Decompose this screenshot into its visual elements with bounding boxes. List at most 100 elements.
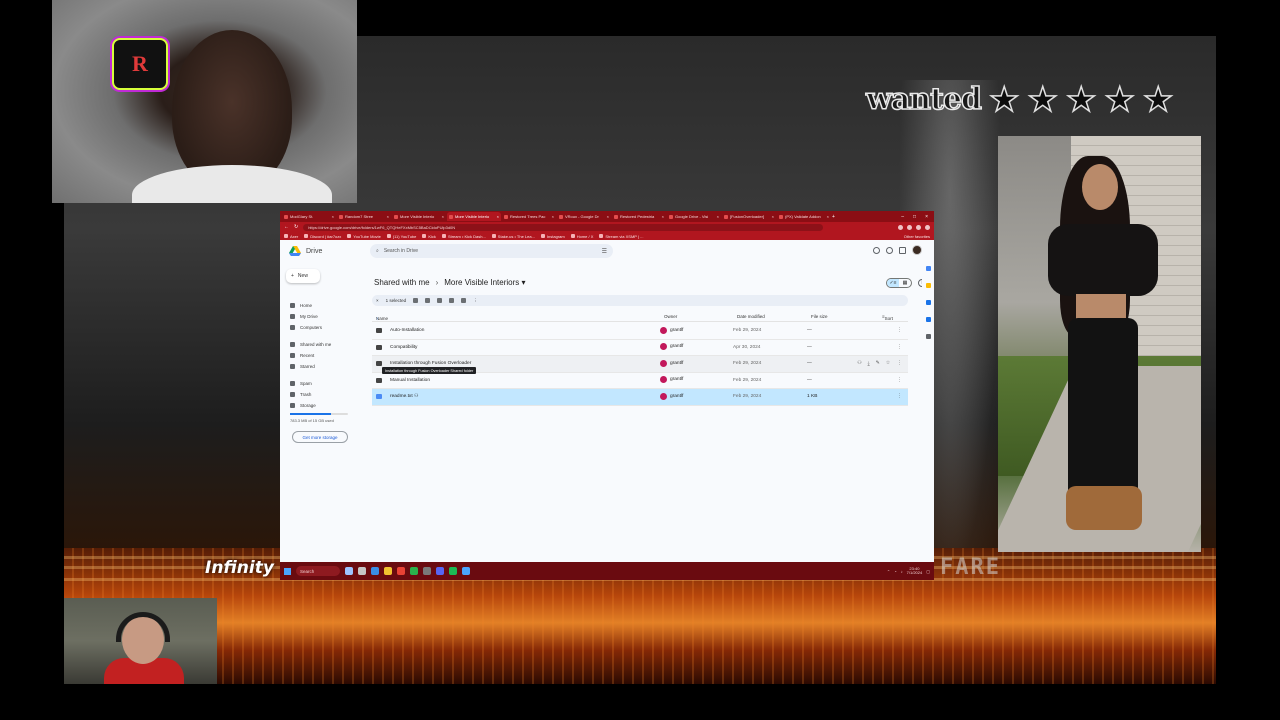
close-icon[interactable]: ×: [717, 214, 719, 219]
nav-spam[interactable]: Spam: [290, 378, 368, 389]
contacts-icon[interactable]: [925, 317, 931, 322]
close-icon[interactable]: ×: [552, 214, 554, 219]
more-vertical-icon[interactable]: ⋮: [897, 394, 902, 399]
bookmark-item[interactable]: (11) YouTube: [386, 234, 416, 239]
close-icon[interactable]: ×: [772, 214, 774, 219]
keep-icon[interactable]: [925, 283, 931, 288]
extension-icon[interactable]: [907, 224, 912, 230]
nav-starred[interactable]: Starred: [290, 361, 368, 372]
back-icon[interactable]: ←: [284, 224, 289, 230]
gear-icon[interactable]: [886, 246, 893, 254]
tasks-icon[interactable]: [925, 300, 931, 305]
profile-icon[interactable]: [925, 224, 930, 230]
close-icon[interactable]: ×: [607, 214, 609, 219]
link-icon[interactable]: [461, 298, 467, 303]
browser-tab[interactable]: Restored Trees Pac ×: [502, 212, 556, 221]
close-icon[interactable]: ×: [442, 214, 444, 219]
close-icon[interactable]: ×: [387, 214, 389, 219]
table-row[interactable]: Compatibility grantlf Apr 30, 2024 — ⋮: [372, 340, 908, 356]
chrome-icon[interactable]: [397, 567, 405, 575]
sort-button[interactable]: ≡ Sort: [882, 314, 893, 321]
windows-start-icon[interactable]: [284, 567, 291, 575]
nav-recent[interactable]: Recent: [290, 350, 368, 361]
app-icon[interactable]: [449, 567, 457, 575]
nav-home[interactable]: Home: [290, 300, 368, 311]
url-field[interactable]: https://drive.google.com/drive/folders/1…: [303, 223, 824, 231]
edge-icon[interactable]: [371, 567, 379, 575]
table-row[interactable]: Installation through Fusion Overloader I…: [372, 356, 908, 374]
taskbar-search[interactable]: Search: [296, 566, 340, 576]
help-icon[interactable]: [873, 246, 880, 254]
column-date-modified[interactable]: Date modified: [737, 314, 765, 319]
column-owner[interactable]: Owner: [664, 314, 677, 319]
nav-computers[interactable]: Computers: [290, 322, 368, 333]
app-icon[interactable]: [423, 567, 431, 575]
apps-grid-icon[interactable]: [899, 246, 906, 254]
drive-logo[interactable]: Drive: [289, 246, 322, 256]
clock[interactable]: 23:40 7/1/2024: [907, 566, 923, 576]
bookmark-item[interactable]: Stream via XSMP | ...: [599, 234, 644, 239]
add-addon-icon[interactable]: [925, 334, 931, 339]
task-view-icon[interactable]: [358, 567, 366, 575]
more-vertical-icon[interactable]: ⋮: [897, 378, 902, 383]
close-window-icon[interactable]: ×: [925, 214, 928, 220]
bookmark-item[interactable]: Stake.us • The Lea...: [491, 234, 535, 239]
more-vertical-icon[interactable]: ⋮: [897, 361, 902, 366]
other-bookmarks[interactable]: Other favorites: [904, 234, 930, 239]
edit-icon[interactable]: ✎: [876, 361, 880, 367]
nav-my-drive[interactable]: My Drive: [290, 311, 368, 322]
bookmark-item[interactable]: Stream • Kick Dash...: [441, 234, 486, 239]
table-row[interactable]: Auto-Installation grantlf Feb 29, 2024 —…: [372, 323, 908, 340]
avatar[interactable]: [912, 245, 922, 255]
filter-icon[interactable]: ☰: [602, 248, 607, 255]
calendar-icon[interactable]: [925, 266, 931, 271]
new-tab-icon[interactable]: +: [832, 214, 835, 220]
breadcrumb-current-folder[interactable]: More Visible Interiors ▾: [444, 278, 525, 287]
more-vertical-icon[interactable]: ⋮: [473, 298, 478, 304]
bookmark-item[interactable]: Axer: [284, 234, 298, 239]
browser-tab[interactable]: More Visible Interio ×: [392, 212, 446, 221]
new-button[interactable]: + New: [286, 269, 320, 283]
bookmark-item[interactable]: Home / X: [570, 234, 593, 239]
browser-tab[interactable]: VRoux - Google Dr ×: [557, 212, 611, 221]
get-more-storage-button[interactable]: Get more storage: [292, 431, 348, 443]
column-file-size[interactable]: File size: [811, 314, 828, 319]
bookmark-item[interactable]: YouTube Movie: [347, 234, 381, 239]
download-icon[interactable]: ⤓: [868, 361, 870, 367]
bookmark-item[interactable]: Instagram: [540, 234, 565, 239]
browser-tab[interactable]: [FusionOverloader] ×: [722, 212, 776, 221]
close-icon[interactable]: ×: [332, 214, 334, 219]
nav-storage[interactable]: Storage: [290, 400, 368, 411]
app-icon[interactable]: [410, 567, 418, 575]
minimize-icon[interactable]: –: [901, 214, 904, 220]
move-icon[interactable]: [437, 298, 443, 303]
extension-icon[interactable]: [898, 224, 903, 230]
more-vertical-icon[interactable]: ⋮: [897, 345, 902, 350]
nav-trash[interactable]: Trash: [290, 389, 368, 400]
nav-shared-with-me[interactable]: Shared with me: [290, 339, 368, 350]
clear-selection-icon[interactable]: ×: [376, 298, 379, 303]
notification-icon[interactable]: ▢: [926, 569, 930, 574]
browser-tab[interactable]: ModGlary St. ×: [282, 212, 336, 221]
close-icon[interactable]: ×: [827, 214, 829, 219]
share-icon[interactable]: [413, 298, 419, 303]
discord-icon[interactable]: [436, 567, 444, 575]
browser-tab[interactable]: (PX) Validate Addon ×: [777, 212, 831, 221]
list-view-icon[interactable]: ✓≡: [887, 279, 899, 287]
reload-icon[interactable]: ↻: [294, 224, 298, 230]
more-vertical-icon[interactable]: ⋮: [897, 328, 902, 333]
bookmark-item[interactable]: Discord | #ar7ozx: [304, 234, 341, 239]
app-icon[interactable]: [462, 567, 470, 575]
chevron-up-icon[interactable]: ⌃: [887, 569, 890, 574]
extension-icon[interactable]: [916, 224, 921, 230]
bookmark-item[interactable]: Kick: [422, 234, 436, 239]
table-row[interactable]: Manual Installation grantlf Feb 29, 2024…: [372, 373, 908, 389]
breadcrumb-shared-with-me[interactable]: Shared with me: [374, 278, 430, 287]
star-outline-icon[interactable]: ☆: [886, 361, 890, 367]
close-icon[interactable]: ×: [497, 214, 499, 219]
grid-view-icon[interactable]: ▦: [899, 279, 911, 287]
wifi-icon[interactable]: ◔: [894, 569, 896, 574]
share-icon[interactable]: ⚇: [857, 361, 861, 367]
maximize-icon[interactable]: □: [913, 214, 916, 220]
browser-tab[interactable]: Google Drive - Visi ×: [667, 212, 721, 221]
